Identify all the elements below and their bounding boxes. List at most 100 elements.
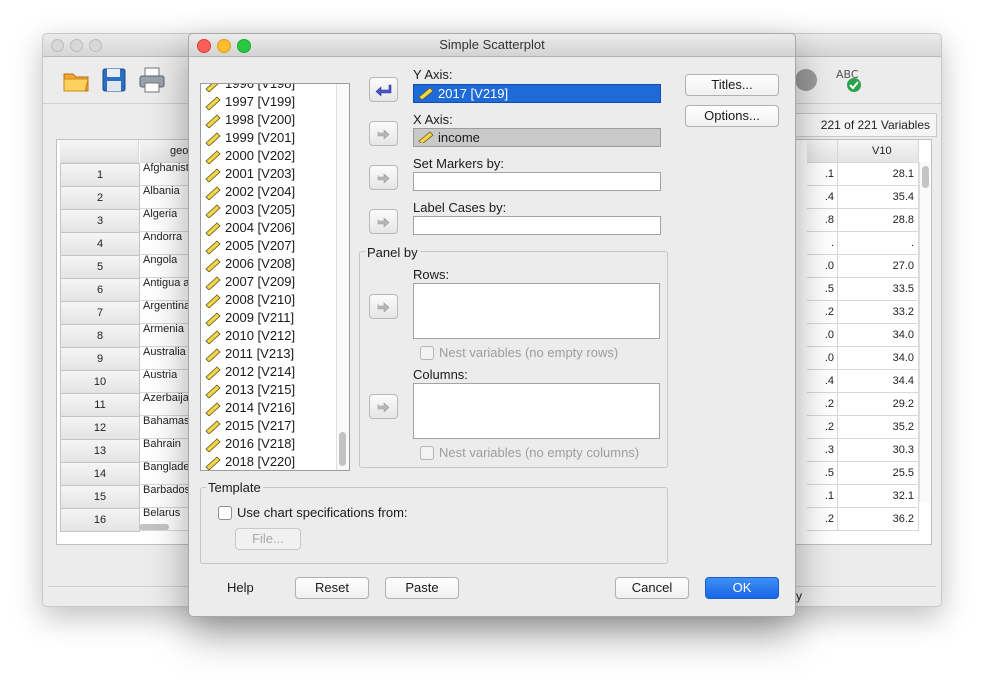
open-folder-icon[interactable] <box>61 65 91 95</box>
variable-list-item[interactable]: 2011 [V213] <box>205 345 294 363</box>
horizontal-scroll-thumb[interactable] <box>139 524 169 530</box>
v10-value-cell[interactable]: 27.0 <box>838 255 919 278</box>
move-to-label-cases-button[interactable] <box>369 209 398 234</box>
v10-value-cell[interactable]: 33.2 <box>838 301 919 324</box>
variable-list-item[interactable]: 2014 [V216] <box>205 399 295 417</box>
variable-list-scroll-thumb[interactable] <box>339 432 346 466</box>
variable-list-item[interactable]: 2009 [V211] <box>205 309 294 327</box>
set-markers-field[interactable] <box>413 172 661 191</box>
partial-value-cell[interactable]: .2 <box>807 301 838 324</box>
variable-list-item[interactable]: 2013 [V215] <box>205 381 295 399</box>
variable-list-item[interactable]: 2015 [V217] <box>205 417 295 435</box>
variable-list-item[interactable]: 1999 [V201] <box>205 129 295 147</box>
partial-value-cell[interactable]: .0 <box>807 324 838 347</box>
variable-list-item[interactable]: 2002 [V204] <box>205 183 295 201</box>
cancel-button[interactable]: Cancel <box>615 577 689 599</box>
move-to-y-axis-button[interactable] <box>369 77 398 102</box>
variable-list-item[interactable]: 2003 [V205] <box>205 201 295 219</box>
variable-list-item[interactable]: 2018 [V220] <box>205 453 295 470</box>
variable-list-item[interactable]: 2000 [V202] <box>205 147 295 165</box>
move-to-x-axis-button[interactable] <box>369 121 398 146</box>
partial-value-cell[interactable]: .8 <box>807 209 838 232</box>
close-button-icon[interactable] <box>197 39 211 53</box>
spell-check-icon[interactable]: ABC <box>833 65 863 95</box>
partial-value-cell[interactable]: .5 <box>807 462 838 485</box>
reset-button[interactable]: Reset <box>295 577 369 599</box>
partial-value-cell[interactable]: . <box>807 232 838 255</box>
v10-value-cell[interactable]: 28.8 <box>838 209 919 232</box>
vertical-scroll-thumb[interactable] <box>922 166 929 188</box>
file-button[interactable]: File... <box>235 528 301 550</box>
variable-list-item[interactable]: 2007 [V209] <box>205 273 295 291</box>
row-number-cell[interactable]: 11 <box>60 393 140 417</box>
variable-list-item[interactable]: 2012 [V214] <box>205 363 295 381</box>
titles-button[interactable]: Titles... <box>685 74 779 96</box>
column-header-v10[interactable]: V10 <box>838 140 919 163</box>
vertical-scrollbar[interactable] <box>919 162 930 502</box>
zoom-dot-icon[interactable] <box>89 39 102 52</box>
variable-list-scrollbar[interactable] <box>336 84 349 470</box>
partial-value-cell[interactable]: .2 <box>807 416 838 439</box>
column-header-partial[interactable] <box>807 140 838 163</box>
options-button[interactable]: Options... <box>685 105 779 127</box>
v10-value-cell[interactable]: 34.0 <box>838 347 919 370</box>
v10-value-cell[interactable]: 28.1 <box>838 163 919 186</box>
move-to-set-markers-button[interactable] <box>369 165 398 190</box>
move-to-rows-button[interactable] <box>369 294 398 319</box>
close-dot-icon[interactable] <box>51 39 64 52</box>
row-number-cell[interactable]: 9 <box>60 347 140 371</box>
save-disk-icon[interactable] <box>99 65 129 95</box>
variable-list-item[interactable]: 1998 [V200] <box>205 111 295 129</box>
row-number-cell[interactable]: 12 <box>60 416 140 440</box>
row-number-cell[interactable]: 10 <box>60 370 140 394</box>
row-number-cell[interactable]: 7 <box>60 301 140 325</box>
source-variable-list[interactable]: 1996 [V198] 1997 [V199] 1998 [V200] 1999 [V… <box>200 83 350 471</box>
row-number-cell[interactable]: 14 <box>60 462 140 486</box>
row-number-cell[interactable]: 13 <box>60 439 140 463</box>
row-number-cell[interactable]: 6 <box>60 278 140 302</box>
columns-list[interactable] <box>413 383 660 439</box>
variable-list-item[interactable]: 2008 [V210] <box>205 291 295 309</box>
zoom-button-icon[interactable] <box>237 39 251 53</box>
partial-value-cell[interactable]: .1 <box>807 163 838 186</box>
partial-value-cell[interactable]: .2 <box>807 508 838 531</box>
partial-value-cell[interactable]: .3 <box>807 439 838 462</box>
v10-value-cell[interactable]: 35.2 <box>838 416 919 439</box>
ok-button[interactable]: OK <box>705 577 779 599</box>
variable-list-item[interactable]: 1996 [V198] <box>205 84 295 93</box>
partial-value-cell[interactable]: .1 <box>807 485 838 508</box>
row-number-cell[interactable]: 2 <box>60 186 140 210</box>
partial-value-cell[interactable]: .0 <box>807 255 838 278</box>
v10-value-cell[interactable]: 25.5 <box>838 462 919 485</box>
variable-list-item[interactable]: 1997 [V199] <box>205 93 295 111</box>
label-cases-field[interactable] <box>413 216 661 235</box>
rows-list[interactable] <box>413 283 660 339</box>
use-chart-spec-checkbox[interactable] <box>218 506 232 520</box>
x-axis-field[interactable]: income <box>413 128 661 147</box>
minimize-dot-icon[interactable] <box>70 39 83 52</box>
print-icon[interactable] <box>137 65 167 95</box>
variable-list-item[interactable]: 2004 [V206] <box>205 219 295 237</box>
partial-value-cell[interactable]: .4 <box>807 370 838 393</box>
variable-list-item[interactable]: 2006 [V208] <box>205 255 295 273</box>
nest-columns-checkbox[interactable] <box>420 446 434 460</box>
move-to-columns-button[interactable] <box>369 394 398 419</box>
v10-value-cell[interactable]: 29.2 <box>838 393 919 416</box>
row-number-cell[interactable]: 8 <box>60 324 140 348</box>
partial-value-cell[interactable]: .2 <box>807 393 838 416</box>
v10-value-cell[interactable]: 36.2 <box>838 508 919 531</box>
v10-value-cell[interactable]: 35.4 <box>838 186 919 209</box>
paste-button[interactable]: Paste <box>385 577 459 599</box>
row-number-cell[interactable]: 3 <box>60 209 140 233</box>
v10-value-cell[interactable]: 34.0 <box>838 324 919 347</box>
partial-value-cell[interactable]: .0 <box>807 347 838 370</box>
v10-value-cell[interactable]: 32.1 <box>838 485 919 508</box>
partial-value-cell[interactable]: .5 <box>807 278 838 301</box>
help-button[interactable]: Help <box>227 577 255 599</box>
v10-value-cell[interactable]: 30.3 <box>838 439 919 462</box>
v10-value-cell[interactable]: 33.5 <box>838 278 919 301</box>
row-number-cell[interactable]: 15 <box>60 485 140 509</box>
variable-list-item[interactable]: 2010 [V212] <box>205 327 295 345</box>
partial-value-cell[interactable]: .4 <box>807 186 838 209</box>
minimize-button-icon[interactable] <box>217 39 231 53</box>
